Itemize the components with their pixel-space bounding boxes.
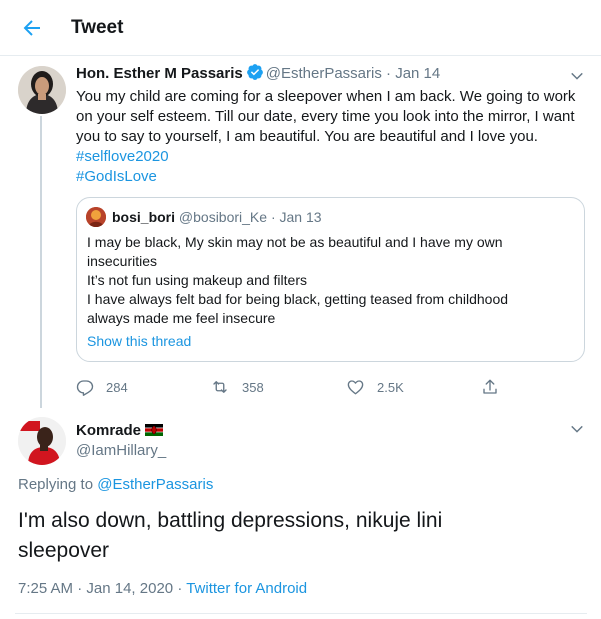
chevron-down-icon[interactable] xyxy=(568,67,586,85)
tweet-source-link[interactable]: Twitter for Android xyxy=(186,580,307,597)
tweet-text-line: you to say to yourself, I am beautiful. … xyxy=(76,128,538,145)
tweet-full-date[interactable]: Jan 14, 2020 xyxy=(86,580,173,597)
divider xyxy=(15,613,587,614)
share-icon xyxy=(483,379,497,394)
retweet-icon xyxy=(213,381,227,393)
top-bar: Tweet xyxy=(0,0,601,56)
reply-text-line: I'm also down, battling depressions, nik… xyxy=(18,509,443,532)
retweet-button[interactable]: 358 xyxy=(210,376,264,398)
reply-button[interactable]: 284 xyxy=(76,376,128,398)
tweet-date[interactable]: Jan 14 xyxy=(395,65,440,82)
heart-icon xyxy=(347,380,364,395)
quoted-avatar xyxy=(86,207,106,227)
tweet-text-line: on your self esteem. Till our date, ever… xyxy=(76,108,575,125)
reply-text-line: sleepover xyxy=(18,539,110,562)
verified-badge-icon xyxy=(246,64,263,80)
replying-to-label: Replying to xyxy=(18,476,94,493)
quoted-tweet-header: bosi_bori @bosibori_Ke · Jan 13 xyxy=(112,208,322,226)
reply-icon xyxy=(76,380,94,396)
quoted-text-line: I have always felt bad for being black, … xyxy=(87,291,509,307)
quoted-text-line: It’s not fun using makeup and filters xyxy=(87,272,307,288)
show-thread-link[interactable]: Show this thread xyxy=(87,332,191,350)
replying-to: Replying to @EstherPassaris xyxy=(18,476,213,494)
quoted-tweet-text: I may be black, My skin may not be as be… xyxy=(87,233,577,328)
reply-text: I'm also down, battling depressions, nik… xyxy=(18,506,538,566)
kenya-flag-icon xyxy=(145,424,164,436)
quoted-author-handle: @bosibori_Ke xyxy=(178,209,268,225)
separator-dot: · xyxy=(177,580,183,597)
tweet-time[interactable]: 7:25 AM xyxy=(18,580,73,597)
retweet-count: 358 xyxy=(242,379,264,395)
arrow-left-icon[interactable] xyxy=(20,16,44,40)
tweet-text: You my child are coming for a sleepover … xyxy=(76,87,586,187)
tweet-header: Hon. Esther M Passaris @EstherPassaris · … xyxy=(76,63,440,85)
share-button[interactable] xyxy=(481,376,511,398)
author-handle[interactable]: @EstherPassaris xyxy=(266,65,382,82)
author-name[interactable]: Hon. Esther M Passaris xyxy=(76,65,243,82)
hashtag-link[interactable]: #selflove2020 xyxy=(76,148,169,165)
tweet-metadata: 7:25 AM · Jan 14, 2020 · Twitter for And… xyxy=(18,580,307,598)
avatar[interactable] xyxy=(18,66,66,114)
like-count: 2.5K xyxy=(377,379,404,395)
thread-connector-line xyxy=(40,116,42,408)
separator-dot: · xyxy=(77,580,83,597)
quoted-author-name: bosi_bori xyxy=(112,209,176,225)
quoted-text-line: insecurities xyxy=(87,253,158,269)
avatar[interactable] xyxy=(18,417,66,465)
reply-author-name-row: Komrade xyxy=(76,422,164,440)
page-title: Tweet xyxy=(71,17,124,38)
quoted-text-line: always made me feel insecure xyxy=(87,310,276,326)
reply-author-name[interactable]: Komrade xyxy=(76,422,141,439)
like-button[interactable]: 2.5K xyxy=(346,376,404,398)
quoted-tweet-date: Jan 13 xyxy=(279,209,322,225)
quoted-text-line: I may be black, My skin may not be as be… xyxy=(87,234,503,250)
chevron-down-icon[interactable] xyxy=(568,420,586,438)
tweet-text-line: You my child are coming for a sleepover … xyxy=(76,88,576,105)
separator-dot: · xyxy=(270,209,276,225)
replying-to-handle[interactable]: @EstherPassaris xyxy=(97,476,213,493)
reply-author-handle[interactable]: @IamHillary_ xyxy=(76,442,166,460)
quoted-tweet[interactable]: bosi_bori @bosibori_Ke · Jan 13 I may be… xyxy=(76,197,585,362)
separator-dot: · xyxy=(386,65,392,82)
reply-count: 284 xyxy=(106,379,128,395)
tweet-actions: 284 358 2.5K xyxy=(76,376,506,398)
hashtag-link[interactable]: #GodIsLove xyxy=(76,168,157,185)
